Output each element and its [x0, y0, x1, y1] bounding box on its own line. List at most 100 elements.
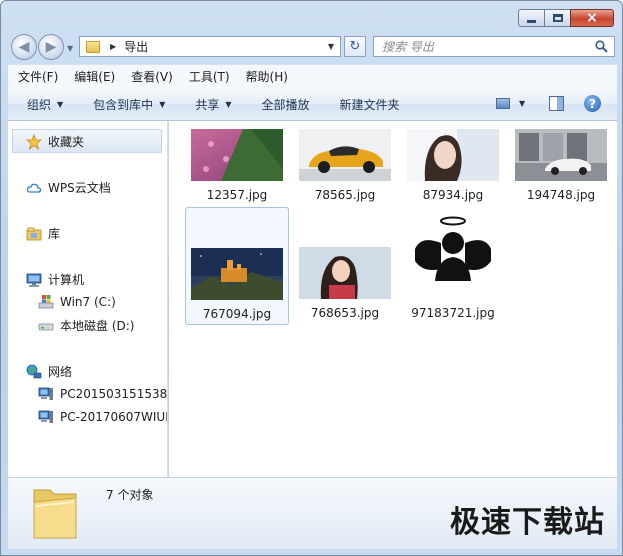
nav-network-pc-1-label: PC201503151538: [60, 387, 168, 401]
close-button[interactable]: ×: [570, 9, 614, 27]
file-tile[interactable]: 78565.jpg: [293, 129, 397, 202]
include-in-library-button[interactable]: 包含到库中 ▼: [93, 96, 165, 113]
watermark-logo: 极速下载站: [450, 505, 605, 540]
address-bar[interactable]: ▶ 导出 ▼: [79, 36, 341, 57]
hard-drive-icon: [38, 318, 54, 334]
image-thumbnail: [191, 248, 283, 300]
file-tile[interactable]: 12357.jpg: [185, 129, 289, 202]
nav-computer-label: 计算机: [48, 273, 85, 287]
nav-favorites-label: 收藏夹: [48, 135, 85, 149]
menu-help[interactable]: 帮助(H): [246, 68, 288, 85]
search-box[interactable]: 搜索 导出: [373, 36, 615, 57]
nav-libraries[interactable]: 库: [26, 225, 60, 242]
search-icon[interactable]: [595, 40, 608, 53]
nav-drive-c[interactable]: Win7 (C:): [38, 294, 116, 310]
refresh-icon: ↻: [349, 39, 361, 54]
view-options-dropdown-icon[interactable]: ▼: [519, 99, 525, 108]
search-input[interactable]: 搜索 导出: [382, 38, 434, 55]
explorer-window: × ◀ ▶ ▼ ▶ 导出 ▼ ↻ 搜索 导出 文件(F) 编辑(E) 查看(V)…: [0, 0, 623, 556]
arrow-left-icon: ◀: [18, 39, 30, 55]
image-thumbnail: [407, 129, 499, 181]
nav-drive-d[interactable]: 本地磁盘 (D:): [38, 317, 134, 334]
nav-network-label: 网络: [48, 365, 73, 379]
image-thumbnail: [515, 129, 607, 181]
file-name: 768653.jpg: [310, 306, 380, 320]
nav-wps-cloud[interactable]: WPS云文档: [26, 179, 111, 196]
nav-favorites[interactable]: 收藏夹: [26, 133, 84, 150]
folder-icon: [86, 40, 100, 53]
image-thumbnail: [191, 129, 283, 181]
minimize-icon: [527, 19, 536, 23]
nav-network-pc-2[interactable]: PC-20170607WIUN: [38, 409, 168, 425]
include-in-library-label: 包含到库中: [93, 97, 154, 112]
help-icon[interactable]: ?: [584, 95, 601, 112]
file-tile[interactable]: 97183721.jpg: [401, 209, 505, 320]
organize-label: 组织: [27, 97, 52, 112]
breadcrumb-separator-icon[interactable]: ▶: [110, 42, 116, 51]
minimize-button[interactable]: [518, 9, 545, 27]
play-all-button[interactable]: 全部播放: [262, 96, 310, 113]
new-folder-button[interactable]: 新建文件夹: [340, 96, 400, 113]
library-icon: [26, 226, 42, 242]
image-thumbnail: [407, 209, 499, 299]
nav-computer[interactable]: 计算机: [26, 271, 84, 288]
file-tile[interactable]: 767094.jpg: [185, 207, 289, 325]
computer-icon: [38, 409, 54, 425]
back-button[interactable]: ◀: [11, 34, 37, 60]
recent-pages-dropdown[interactable]: ▼: [67, 44, 73, 53]
image-thumbnail: [299, 247, 391, 299]
menu-edit[interactable]: 编辑(E): [74, 68, 115, 85]
arrow-right-icon: ▶: [45, 39, 57, 55]
preview-pane-icon[interactable]: [549, 96, 564, 111]
address-dropdown-icon[interactable]: ▼: [328, 42, 334, 51]
file-name: 87934.jpg: [422, 188, 484, 202]
menu-file[interactable]: 文件(F): [18, 68, 58, 85]
breadcrumb-current[interactable]: 导出: [124, 38, 148, 55]
cloud-icon: [26, 180, 42, 196]
file-tile[interactable]: 194748.jpg: [509, 129, 613, 202]
nav-wps-cloud-label: WPS云文档: [48, 181, 111, 195]
nav-network-pc-2-label: PC-20170607WIUN: [60, 410, 168, 424]
file-name: 12357.jpg: [206, 188, 268, 202]
caption-buttons: ×: [518, 9, 614, 27]
share-button[interactable]: 共享 ▼: [195, 96, 231, 113]
organize-button[interactable]: 组织 ▼: [27, 96, 63, 113]
chevron-down-icon: ▼: [159, 99, 166, 109]
folder-icon: [33, 489, 77, 539]
nav-drive-c-label: Win7 (C:): [60, 295, 116, 309]
refresh-button[interactable]: ↻: [344, 36, 366, 57]
nav-drive-d-label: 本地磁盘 (D:): [60, 319, 135, 333]
file-tile[interactable]: 87934.jpg: [401, 129, 505, 202]
menu-view[interactable]: 查看(V): [131, 68, 173, 85]
close-icon: ×: [586, 10, 598, 26]
file-name: 194748.jpg: [526, 188, 596, 202]
forward-button[interactable]: ▶: [38, 34, 64, 60]
nav-network-pc-1[interactable]: PC201503151538: [38, 386, 167, 402]
windows-drive-icon: [38, 294, 54, 310]
menu-bar: 文件(F) 编辑(E) 查看(V) 工具(T) 帮助(H): [8, 64, 617, 88]
share-label: 共享: [195, 97, 220, 112]
chevron-down-icon: ▼: [225, 99, 232, 109]
file-list: 12357.jpg 78565.jpg 87934.jpg 194748.jpg…: [169, 121, 617, 477]
chevron-down-icon: ▼: [57, 99, 64, 109]
network-icon: [26, 364, 42, 380]
nav-libraries-label: 库: [48, 227, 61, 241]
file-name: 78565.jpg: [314, 188, 376, 202]
computer-icon: [38, 386, 54, 402]
command-bar: 组织 ▼ 包含到库中 ▼ 共享 ▼ 全部播放 新建文件夹 ▼ ?: [8, 88, 617, 121]
image-thumbnail: [299, 129, 391, 181]
file-tile[interactable]: 768653.jpg: [293, 247, 397, 320]
maximize-button[interactable]: [544, 9, 571, 27]
navigation-pane: 收藏夹 WPS云文档 库 计算机 Win7 (C:) 本地磁盘 (D:) 网络 …: [8, 121, 168, 477]
details-pane: 7 个对象 极速下载站: [8, 477, 617, 549]
file-name: 97183721.jpg: [411, 306, 495, 320]
new-folder-label: 新建文件夹: [339, 97, 400, 112]
computer-icon: [26, 272, 42, 288]
play-all-label: 全部播放: [261, 97, 310, 112]
file-name: 767094.jpg: [202, 307, 272, 321]
star-icon: [26, 133, 42, 150]
change-view-icon[interactable]: [496, 98, 510, 109]
menu-tools[interactable]: 工具(T): [189, 68, 230, 85]
nav-network[interactable]: 网络: [26, 363, 72, 380]
maximize-icon: [552, 14, 563, 22]
